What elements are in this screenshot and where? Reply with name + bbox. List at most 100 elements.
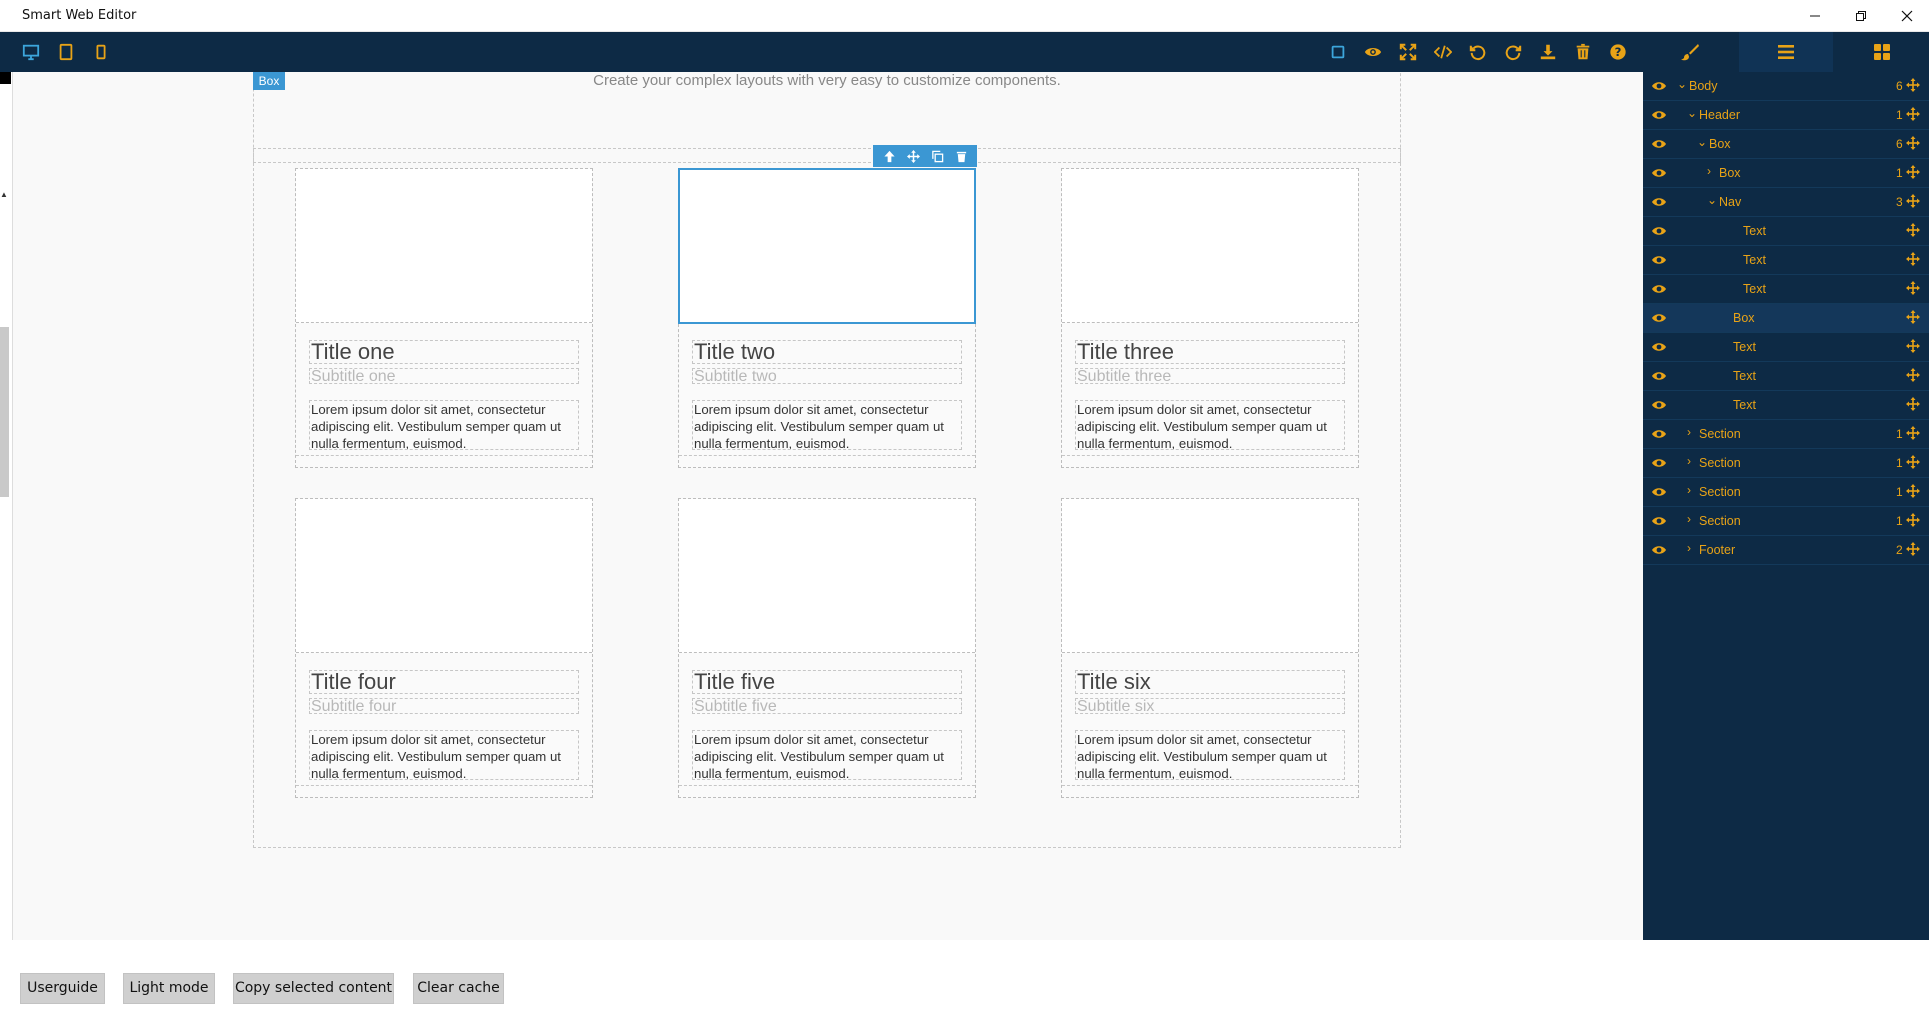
layer-name[interactable]: Body (1689, 79, 1718, 93)
tab-style-manager[interactable] (1643, 32, 1737, 72)
card-title[interactable]: Title six (1075, 670, 1345, 694)
userguide-button[interactable]: Userguide (20, 973, 105, 1004)
eye-icon[interactable] (1651, 543, 1667, 557)
layer-row[interactable]: ⌄ Header 1 (1643, 101, 1929, 130)
eye-icon[interactable] (1651, 137, 1667, 151)
card-text[interactable]: Lorem ipsum dolor sit amet, consectetur … (309, 730, 579, 780)
move-icon[interactable] (1906, 165, 1920, 179)
eye-icon[interactable] (1651, 195, 1667, 209)
card-subtitle[interactable]: Subtitle five (692, 698, 962, 715)
eye-icon[interactable] (1651, 282, 1667, 296)
move-icon[interactable] (1906, 194, 1920, 208)
tab-blocks[interactable] (1835, 32, 1929, 72)
tab-layer-manager[interactable] (1739, 32, 1833, 72)
fullscreen-button[interactable] (1391, 32, 1425, 72)
layer-name[interactable]: Section (1699, 485, 1741, 499)
close-button[interactable] (1884, 0, 1929, 32)
card[interactable]: Title six Subtitle six Lorem ipsum dolor… (1061, 498, 1359, 798)
editor-canvas[interactable]: Create your complex layouts with very ea… (13, 72, 1643, 940)
layer-row[interactable]: › Section 1 (1643, 420, 1929, 449)
duplicate-button[interactable] (928, 147, 946, 165)
card-text[interactable]: Lorem ipsum dolor sit amet, consectetur … (692, 400, 962, 450)
card[interactable]: Title four Subtitle four Lorem ipsum dol… (295, 498, 593, 798)
preview-button[interactable] (1356, 32, 1390, 72)
expand-chevron-icon[interactable]: › (1687, 454, 1691, 468)
eye-icon[interactable] (1651, 514, 1667, 528)
eye-icon[interactable] (1651, 224, 1667, 238)
move-icon[interactable] (1906, 397, 1920, 411)
scrollbar-thumb[interactable] (0, 327, 9, 497)
layer-name[interactable]: Nav (1719, 195, 1741, 209)
card[interactable]: Title two Subtitle two Lorem ipsum dolor… (678, 168, 976, 468)
move-icon[interactable] (1906, 368, 1920, 382)
redo-button[interactable] (1496, 32, 1530, 72)
eye-icon[interactable] (1651, 311, 1667, 325)
layer-name[interactable]: Box (1709, 137, 1731, 151)
expand-chevron-icon[interactable]: › (1687, 512, 1691, 526)
eye-icon[interactable] (1651, 456, 1667, 470)
layer-row[interactable]: ⌄ Box 6 (1643, 130, 1929, 159)
component-outline-button[interactable] (1321, 32, 1355, 72)
move-icon[interactable] (1906, 252, 1920, 266)
eye-icon[interactable] (1651, 398, 1667, 412)
export-button[interactable] (1531, 32, 1565, 72)
layer-row[interactable]: Text (1643, 391, 1929, 420)
card-subtitle[interactable]: Subtitle two (692, 368, 962, 385)
card-title[interactable]: Title one (309, 340, 579, 364)
layer-row[interactable]: Text (1643, 275, 1929, 304)
layer-name[interactable]: Header (1699, 108, 1740, 122)
card-image[interactable] (679, 499, 975, 653)
expand-chevron-icon[interactable]: › (1687, 541, 1691, 555)
move-icon[interactable] (1906, 78, 1920, 92)
card[interactable]: Title five Subtitle five Lorem ipsum dol… (678, 498, 976, 798)
layer-row[interactable]: Text (1643, 333, 1929, 362)
eye-icon[interactable] (1651, 340, 1667, 354)
eye-icon[interactable] (1651, 108, 1667, 122)
card[interactable]: Title three Subtitle three Lorem ipsum d… (1061, 168, 1359, 468)
layer-row[interactable]: ⌄ Body 6 (1643, 72, 1929, 101)
layer-row[interactable]: › Section 1 (1643, 478, 1929, 507)
card-image[interactable] (1062, 499, 1358, 653)
layer-name[interactable]: Section (1699, 456, 1741, 470)
layer-row[interactable]: › Footer 2 (1643, 536, 1929, 565)
card-title[interactable]: Title two (692, 340, 962, 364)
layer-row[interactable]: › Section 1 (1643, 449, 1929, 478)
help-button[interactable]: ? (1601, 32, 1635, 72)
undo-button[interactable] (1461, 32, 1495, 72)
scroll-up-icon[interactable]: ▲ (0, 190, 8, 199)
eye-icon[interactable] (1651, 485, 1667, 499)
layer-name[interactable]: Text (1733, 369, 1756, 383)
layer-name[interactable]: Box (1719, 166, 1741, 180)
layer-row[interactable]: ⌄ Nav 3 (1643, 188, 1929, 217)
layer-name[interactable]: Text (1743, 224, 1766, 238)
card-text[interactable]: Lorem ipsum dolor sit amet, consectetur … (692, 730, 962, 780)
layer-name[interactable]: Text (1743, 253, 1766, 267)
card-text[interactable]: Lorem ipsum dolor sit amet, consectetur … (1075, 730, 1345, 780)
card-subtitle[interactable]: Subtitle one (309, 368, 579, 385)
move-icon[interactable] (1906, 426, 1920, 440)
device-tablet-button[interactable] (49, 32, 83, 72)
select-parent-button[interactable] (880, 147, 898, 165)
move-icon[interactable] (1906, 107, 1920, 121)
move-icon[interactable] (1906, 136, 1920, 150)
layer-row[interactable]: Text (1643, 246, 1929, 275)
move-icon[interactable] (1906, 281, 1920, 295)
layer-row[interactable]: Text (1643, 217, 1929, 246)
move-icon[interactable] (1906, 542, 1920, 556)
layer-row[interactable]: › Section 1 (1643, 507, 1929, 536)
move-icon[interactable] (1906, 484, 1920, 498)
card-title[interactable]: Title three (1075, 340, 1345, 364)
clear-cache-button[interactable]: Clear cache (413, 973, 504, 1004)
eye-icon[interactable] (1651, 253, 1667, 267)
layer-name[interactable]: Footer (1699, 543, 1735, 557)
eye-icon[interactable] (1651, 166, 1667, 180)
view-code-button[interactable] (1426, 32, 1460, 72)
card-title[interactable]: Title four (309, 670, 579, 694)
clear-canvas-button[interactable] (1566, 32, 1600, 72)
eye-icon[interactable] (1651, 369, 1667, 383)
layer-name[interactable]: Text (1743, 282, 1766, 296)
device-desktop-button[interactable] (14, 32, 48, 72)
expand-chevron-icon[interactable]: › (1707, 164, 1711, 178)
copy-selected-content-button[interactable]: Copy selected content (233, 973, 394, 1004)
card-title[interactable]: Title five (692, 670, 962, 694)
